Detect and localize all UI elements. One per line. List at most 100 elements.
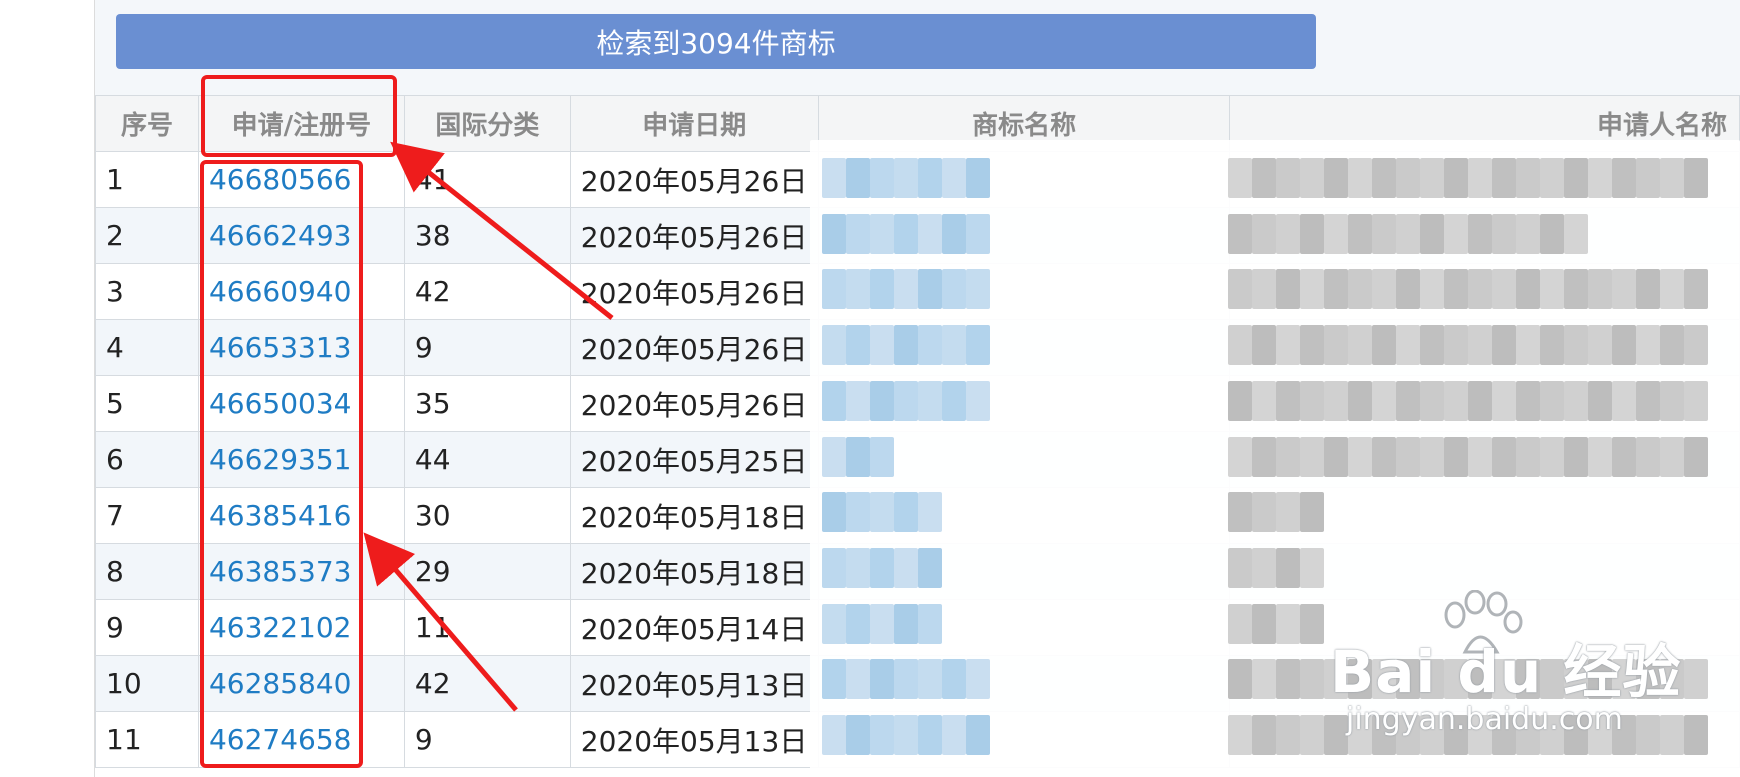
row-seq: 8 xyxy=(95,543,199,600)
redaction-block xyxy=(1540,436,1564,477)
redaction-block xyxy=(894,325,918,366)
reg-no-link[interactable]: 46650034 xyxy=(197,375,405,432)
row-seq: 7 xyxy=(95,487,199,544)
redaction-block xyxy=(1660,158,1684,198)
redaction-block xyxy=(966,659,990,700)
redaction-block xyxy=(846,603,870,644)
redaction-block xyxy=(918,380,942,421)
redaction-block xyxy=(1348,158,1372,198)
redaction-block xyxy=(918,659,942,700)
redaction-block xyxy=(1396,213,1420,254)
reg-no-link[interactable]: 46629351 xyxy=(197,431,405,488)
redaction-block xyxy=(1684,158,1708,198)
redaction-block xyxy=(822,603,846,644)
redaction-block xyxy=(1252,325,1276,366)
row-class: 11 xyxy=(403,599,571,656)
header-reg-no[interactable]: 申请/注册号 xyxy=(197,95,405,152)
redaction-block xyxy=(1684,269,1708,310)
reg-no-link[interactable]: 46662493 xyxy=(197,207,405,264)
redaction-block xyxy=(1300,380,1324,421)
row-date: 2020年05月26日 xyxy=(569,151,819,208)
redaction-block xyxy=(822,380,846,421)
result-count-button[interactable]: 检索到3094件商标 xyxy=(116,14,1316,69)
redaction-block xyxy=(966,158,990,198)
redaction-block xyxy=(1588,325,1612,366)
redaction-block xyxy=(1252,158,1276,198)
reg-no-link[interactable]: 46274658 xyxy=(197,711,405,768)
redaction-block xyxy=(1492,269,1516,310)
redaction-block xyxy=(822,715,846,755)
redaction-block xyxy=(1492,380,1516,421)
row-class: 42 xyxy=(403,263,571,320)
redaction-block xyxy=(1588,380,1612,421)
redaction-block xyxy=(1444,436,1468,477)
redaction-block xyxy=(1684,436,1708,477)
watermark-brand: Bai du 经验 xyxy=(1330,638,1682,706)
redaction-block xyxy=(870,715,894,755)
reg-no-link[interactable]: 46680566 xyxy=(197,151,405,208)
redaction-block xyxy=(870,603,894,644)
redaction-block xyxy=(1564,380,1588,421)
header-date[interactable]: 申请日期 xyxy=(569,95,819,152)
redaction-block xyxy=(1300,603,1324,644)
redaction-block xyxy=(918,269,942,310)
reg-no-link[interactable]: 46660940 xyxy=(197,263,405,320)
row-seq: 2 xyxy=(95,207,199,264)
redaction-block xyxy=(1468,380,1492,421)
redaction-block xyxy=(1540,158,1564,198)
redaction-block xyxy=(1468,436,1492,477)
row-class: 42 xyxy=(403,655,571,712)
reg-no-link[interactable]: 46285840 xyxy=(197,655,405,712)
redaction-block xyxy=(1660,325,1684,366)
row-class: 9 xyxy=(403,711,571,768)
redaction-block xyxy=(1588,158,1612,198)
redaction-block xyxy=(966,325,990,366)
redaction-block xyxy=(846,269,870,310)
reg-no-link[interactable]: 46385416 xyxy=(197,487,405,544)
redaction-block xyxy=(1444,213,1468,254)
redaction-block xyxy=(1516,436,1540,477)
redaction-block xyxy=(870,659,894,700)
redaction-block xyxy=(918,213,942,254)
redaction-block xyxy=(1372,380,1396,421)
redaction-block xyxy=(1372,158,1396,198)
redaction-block xyxy=(846,659,870,700)
redaction-block xyxy=(942,715,966,755)
redaction-block xyxy=(918,325,942,366)
redaction-block xyxy=(1684,325,1708,366)
baidu-watermark: Bai du 经验 jingyan.baidu.com xyxy=(1330,590,1690,750)
redaction-block xyxy=(942,380,966,421)
redaction-block xyxy=(1276,659,1300,700)
redaction-block xyxy=(1300,325,1324,366)
redaction-block xyxy=(1348,213,1372,254)
redaction-block xyxy=(1564,325,1588,366)
reg-no-link[interactable]: 46653313 xyxy=(197,319,405,376)
header-class[interactable]: 国际分类 xyxy=(403,95,571,152)
redaction-block xyxy=(1276,715,1300,755)
redaction-block xyxy=(894,158,918,198)
redaction-block xyxy=(822,213,846,254)
reg-no-link[interactable]: 46322102 xyxy=(197,599,405,656)
redaction-block xyxy=(1372,213,1396,254)
redaction-block xyxy=(1228,659,1252,700)
redaction-block xyxy=(1348,269,1372,310)
row-date: 2020年05月13日 xyxy=(569,711,819,768)
redaction-block xyxy=(1276,547,1300,588)
row-seq: 6 xyxy=(95,431,199,488)
redaction-block xyxy=(1252,213,1276,254)
redaction-block xyxy=(1252,492,1276,533)
row-class: 44 xyxy=(403,431,571,488)
redaction-block xyxy=(1444,380,1468,421)
redaction-block xyxy=(1276,380,1300,421)
redaction-block xyxy=(894,269,918,310)
redaction-block xyxy=(1516,325,1540,366)
redaction-block xyxy=(822,659,846,700)
redaction-block xyxy=(1492,436,1516,477)
redaction-block xyxy=(870,158,894,198)
row-seq: 3 xyxy=(95,263,199,320)
redaction-block xyxy=(1300,269,1324,310)
redaction-block xyxy=(966,213,990,254)
redaction-block xyxy=(1300,492,1324,533)
redaction-block xyxy=(1636,158,1660,198)
reg-no-link[interactable]: 46385373 xyxy=(197,543,405,600)
